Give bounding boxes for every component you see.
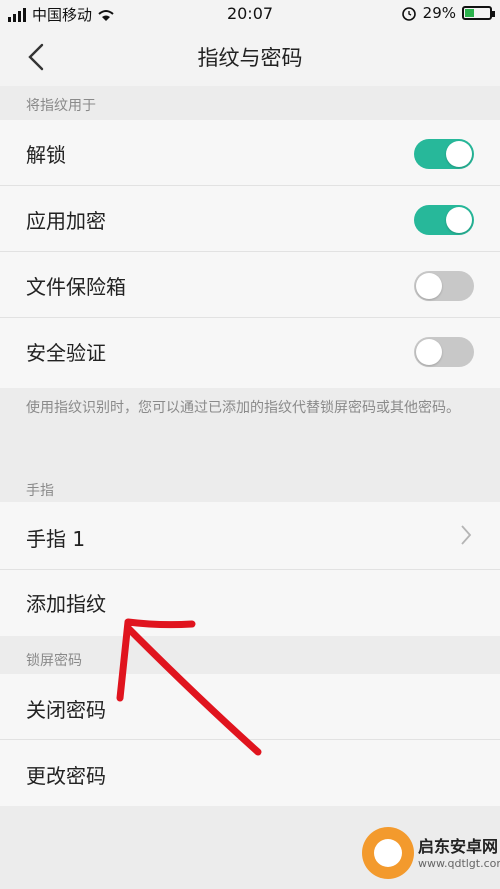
file-safe-toggle[interactable] — [414, 271, 474, 301]
row-label: 安全验证 — [26, 341, 106, 365]
watermark-url: www.qdtlgt.com — [418, 857, 500, 870]
page-title: 指纹与密码 — [197, 46, 303, 70]
unlock-toggle[interactable] — [414, 139, 474, 169]
row-label: 解锁 — [26, 143, 66, 167]
finger-row-1[interactable]: 手指 1 — [0, 502, 500, 570]
section-header-fingers: 手指 — [0, 468, 500, 502]
status-bar: 中国移动 20:07 29% — [0, 0, 500, 28]
setting-row-app-encryption[interactable]: 应用加密 — [0, 186, 500, 252]
fingerprint-note: 使用指纹识别时，您可以通过已添加的指纹代替锁屏密码或其他密码。 — [26, 400, 460, 416]
row-label: 添加指纹 — [26, 592, 106, 616]
section-header-lock-password: 锁屏密码 — [0, 636, 500, 674]
app-encryption-toggle[interactable] — [414, 205, 474, 235]
row-label: 手指 1 — [26, 527, 86, 551]
battery-percent: 29% — [422, 4, 456, 22]
row-label: 文件保险箱 — [26, 275, 126, 299]
watermark: 启东安卓网 www.qdtlgt.com — [360, 819, 500, 889]
turn-off-password-row[interactable]: 关闭密码 — [0, 674, 500, 740]
add-fingerprint-row[interactable]: 添加指纹 — [0, 570, 500, 636]
security-verify-toggle[interactable] — [414, 337, 474, 367]
alarm-icon — [401, 7, 416, 21]
row-label: 更改密码 — [26, 764, 106, 788]
setting-row-unlock[interactable]: 解锁 — [0, 120, 500, 186]
chevron-right-icon — [461, 525, 472, 545]
row-label: 关闭密码 — [26, 698, 106, 722]
setting-row-security-verify[interactable]: 安全验证 — [0, 318, 500, 384]
watermark-logo-icon — [362, 827, 414, 879]
watermark-name: 启东安卓网 — [418, 837, 499, 856]
row-label: 应用加密 — [26, 209, 106, 233]
fingers-list: 手指 1 添加指纹 — [0, 502, 500, 636]
lock-password-list: 关闭密码 更改密码 — [0, 674, 500, 806]
status-right: 29% — [401, 4, 495, 22]
title-bar: 指纹与密码 — [0, 28, 500, 86]
fingerprint-use-list: 解锁 应用加密 文件保险箱 安全验证 — [0, 120, 500, 388]
battery-icon — [462, 6, 495, 20]
change-password-row[interactable]: 更改密码 — [0, 740, 500, 806]
setting-row-file-safe[interactable]: 文件保险箱 — [0, 252, 500, 318]
section-header-fingerprint-use: 将指纹用于 — [0, 86, 500, 120]
